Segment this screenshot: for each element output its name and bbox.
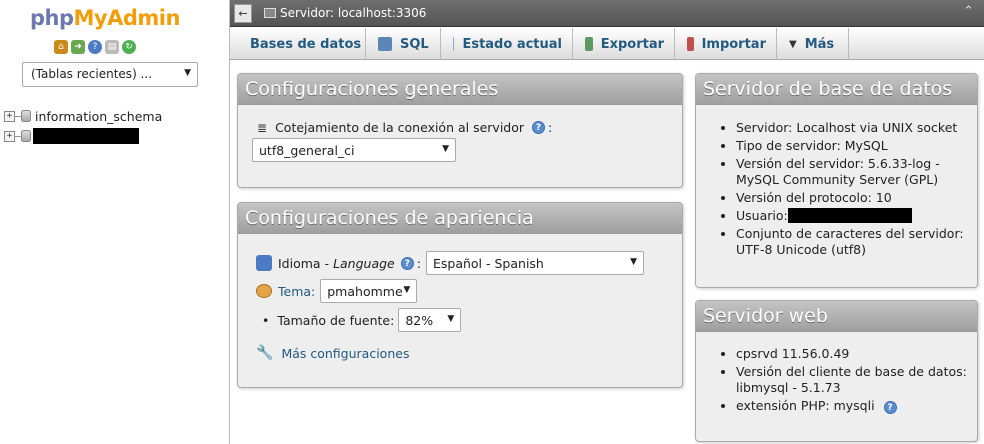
import-icon (687, 37, 694, 51)
more-settings-link[interactable]: Más configuraciones (281, 346, 409, 361)
chevron-down-icon: ▼ (789, 38, 797, 50)
panel-title: Servidor web (696, 301, 977, 332)
list-item-php-extension: extensión PHP: mysqli ? (736, 398, 977, 414)
expand-icon[interactable]: + (4, 110, 15, 122)
reload-icon[interactable]: ↻ (122, 40, 136, 54)
appearance-settings-panel: Configuraciones de apariencia Idioma - L… (237, 202, 683, 388)
status-icon (453, 37, 455, 51)
font-size-select[interactable]: 82% ▼ (398, 308, 462, 332)
list-item: Versión del servidor: 5.6.33-log - MySQL… (736, 156, 977, 188)
theme-icon (256, 284, 272, 298)
tab-import[interactable]: Importar (675, 28, 777, 60)
navigation-panel: phpMyAdmin ⌂ ➜ ? ▤ ↻ (Tablas recientes) … (0, 0, 230, 444)
list-item: cpsrvd 11.56.0.49 (736, 346, 977, 362)
help-icon[interactable]: ? (88, 40, 102, 54)
language-icon (256, 255, 272, 271)
home-icon[interactable]: ⌂ (54, 40, 68, 54)
dropdown-arrow-icon: ▼ (447, 314, 455, 324)
collapse-icon[interactable]: ⌃ (963, 4, 974, 19)
list-item: Versión del cliente de base de datos: li… (736, 364, 977, 396)
language-label-italic: Language (333, 255, 395, 271)
redacted-user (787, 208, 912, 223)
theme-select[interactable]: pmahomme ▼ (320, 279, 418, 303)
collation-icon: ≣ (257, 120, 268, 135)
dropdown-arrow-icon: ▼ (442, 144, 449, 154)
list-item-user: Usuario: (736, 208, 977, 224)
database-icon (21, 110, 31, 122)
web-server-info-list: cpsrvd 11.56.0.49 Versión del cliente de… (696, 346, 977, 414)
tree-item-label[interactable]: information_schema (35, 109, 162, 124)
general-settings-panel: Configuraciones generales ≣ Cotejamiento… (237, 73, 683, 188)
database-icon (21, 130, 31, 142)
tab-export[interactable]: Exportar (573, 28, 675, 60)
help-icon[interactable]: ? (883, 401, 897, 414)
tree-item-redacted[interactable]: + (4, 126, 162, 146)
font-size-label: Tamaño de fuente: (277, 312, 395, 328)
panel-title: Servidor de base de datos (696, 74, 977, 105)
server-icon (264, 8, 276, 18)
logout-icon[interactable]: ➜ (71, 40, 85, 54)
tree-item-information-schema[interactable]: + information_schema (4, 106, 162, 126)
list-item: Tipo de servidor: MySQL (736, 138, 977, 154)
list-item: Versión del protocolo: 10 (736, 190, 977, 206)
tab-sql[interactable]: SQL (366, 28, 441, 60)
list-item: Servidor: Localhost via UNIX socket (736, 120, 977, 136)
database-server-info-list: Servidor: Localhost via UNIX socket Tipo… (696, 120, 977, 258)
wrench-icon: 🔧 (256, 345, 274, 361)
back-arrow-icon[interactable]: ← (234, 4, 252, 23)
nav-icon-bar: ⌂ ➜ ? ▤ ↻ (54, 40, 136, 54)
collation-label: Cotejamiento de la conexión al servidor (275, 120, 525, 135)
collation-select[interactable]: utf8_general_ci ▼ (252, 138, 456, 162)
help-icon[interactable]: ? (400, 256, 414, 270)
list-item: Conjunto de caracteres del servidor: UTF… (736, 226, 977, 258)
main-tabs: Bases de datos SQL Estado actual Exporta… (230, 28, 984, 60)
server-breadcrumb-bar: ← Servidor: localhost:3306 ⌃ (230, 0, 984, 27)
tab-status[interactable]: Estado actual (441, 28, 573, 60)
database-tree: + information_schema + (4, 106, 162, 146)
help-icon[interactable]: ? (532, 121, 546, 134)
panel-title: Configuraciones de apariencia (238, 203, 682, 234)
language-label: Idioma - (278, 255, 330, 271)
sql-icon (378, 37, 392, 51)
dropdown-arrow-icon: ▼ (403, 285, 411, 295)
server-breadcrumb[interactable]: Servidor: localhost:3306 (264, 6, 426, 20)
dropdown-arrow-icon: ▼ (630, 257, 637, 267)
dropdown-arrow-icon: ▼ (184, 68, 191, 78)
redacted-database-name[interactable] (33, 128, 139, 144)
recent-tables-select[interactable]: (Tablas recientes) ... ▼ (22, 62, 198, 87)
web-server-panel: Servidor web cpsrvd 11.56.0.49 Versión d… (695, 300, 978, 442)
database-server-panel: Servidor de base de datos Servidor: Loca… (695, 73, 978, 288)
tab-more[interactable]: ▼ Más (777, 28, 849, 60)
theme-label[interactable]: Tema: (278, 284, 315, 299)
language-select[interactable]: Español - Spanish ▼ (425, 251, 644, 275)
tab-databases[interactable]: Bases de datos (230, 28, 366, 60)
export-icon (585, 37, 593, 51)
bullet: • (262, 312, 270, 328)
panel-title: Configuraciones generales (238, 74, 682, 105)
docs-icon[interactable]: ▤ (105, 40, 119, 54)
phpmyadmin-logo[interactable]: phpMyAdmin (30, 6, 180, 30)
expand-icon[interactable]: + (4, 130, 15, 142)
